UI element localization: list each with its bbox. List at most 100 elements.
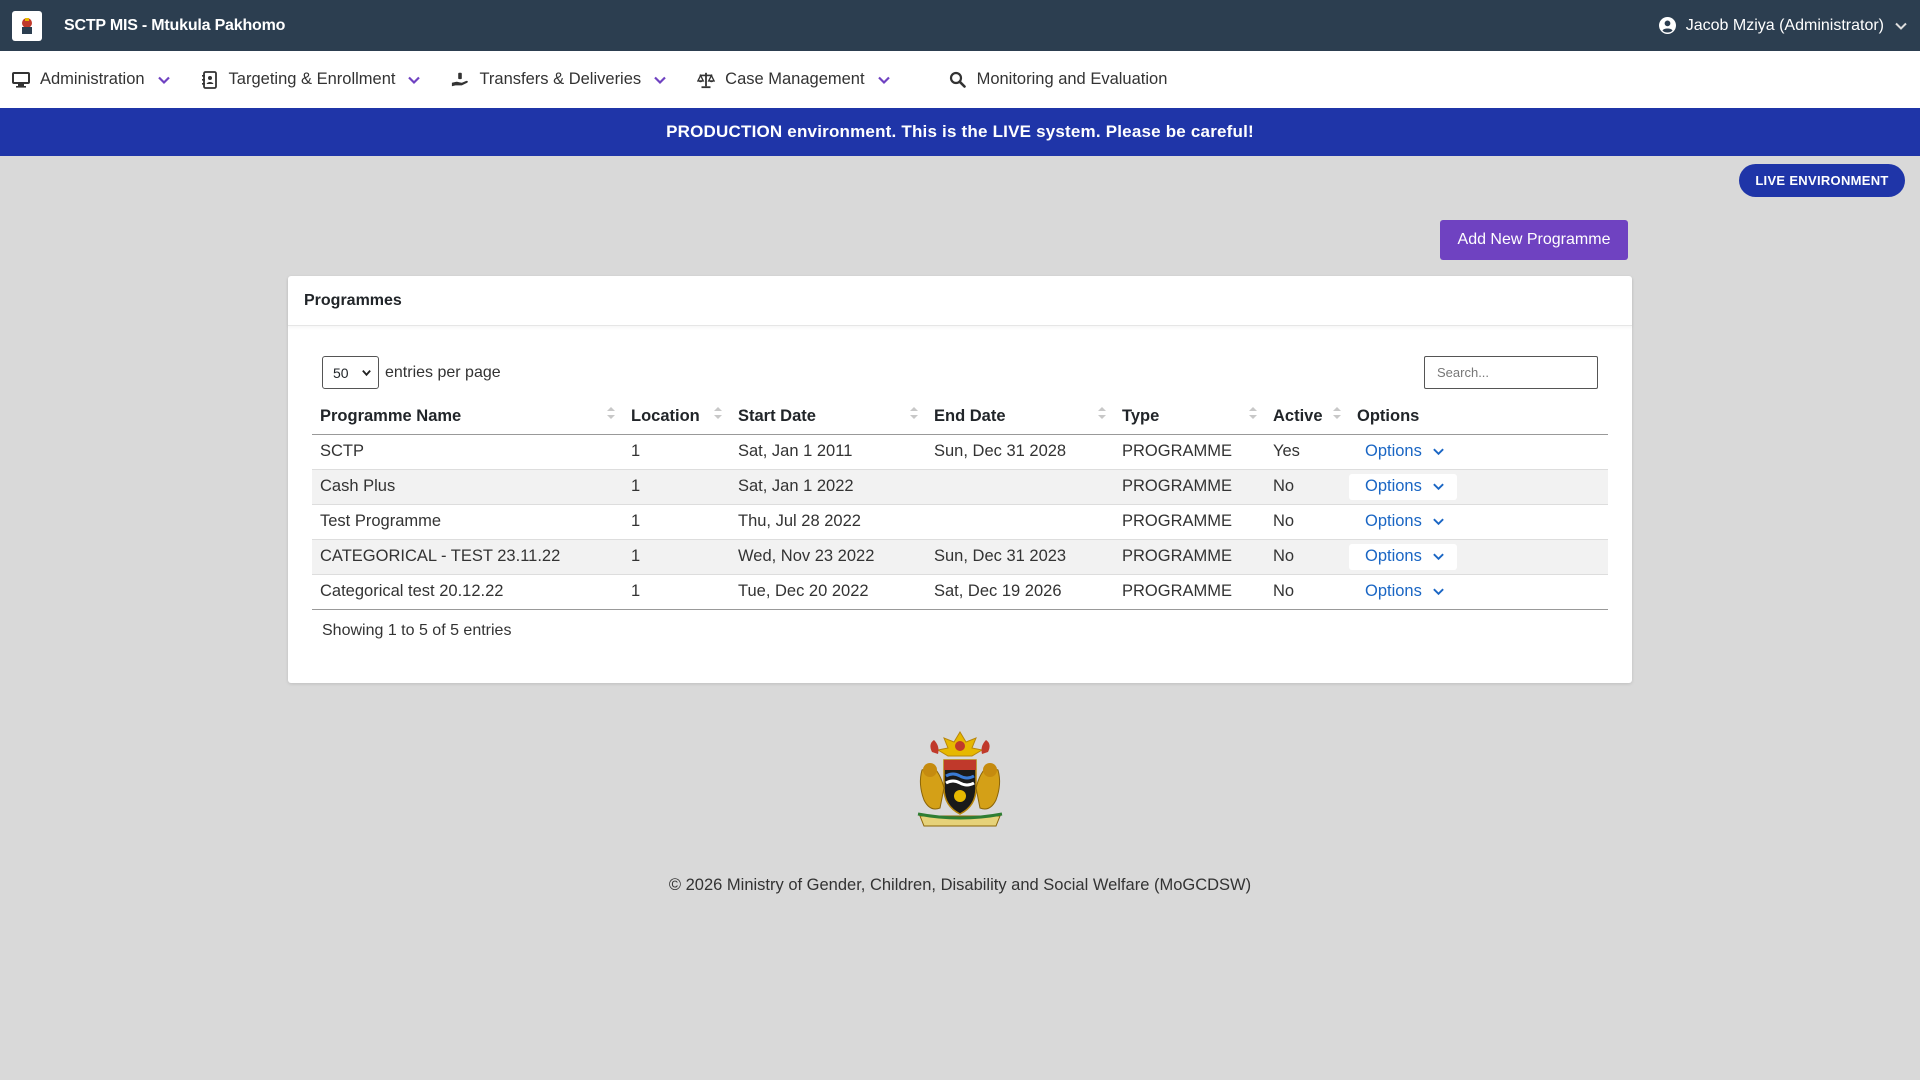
- cell-end-date: Sun, Dec 31 2023: [926, 539, 1114, 575]
- column-header-options: Options: [1349, 400, 1608, 435]
- table-row: SCTP 1 Sat, Jan 1 2011 Sun, Dec 31 2028 …: [312, 434, 1608, 470]
- user-menu[interactable]: Jacob Mziya (Administrator): [1658, 16, 1908, 35]
- cell-type: PROGRAMME: [1114, 574, 1265, 610]
- cell-active: Yes: [1265, 434, 1349, 470]
- cell-location: 1: [623, 574, 730, 610]
- cell-options: Options: [1349, 469, 1608, 505]
- nav-targeting-enrollment[interactable]: Targeting & Enrollment: [201, 70, 422, 89]
- main-nav: Administration Targeting & Enrollment Tr…: [0, 51, 1920, 108]
- sort-icon: [910, 407, 918, 419]
- nav-targeting-label: Targeting & Enrollment: [228, 70, 396, 88]
- nav-transfers-label: Transfers & Deliveries: [479, 70, 642, 88]
- page-size-value: 50: [333, 364, 349, 381]
- table-controls: 50 entries per page: [322, 356, 1598, 389]
- cell-programme-name: Test Programme: [312, 504, 623, 540]
- options-dropdown[interactable]: Options: [1349, 473, 1457, 500]
- nav-monitoring-evaluation[interactable]: Monitoring and Evaluation: [949, 70, 1168, 89]
- cell-options: Options: [1349, 434, 1608, 470]
- options-dropdown[interactable]: Options: [1349, 508, 1457, 535]
- balance-scale-icon: [697, 71, 716, 89]
- cell-location: 1: [623, 504, 730, 540]
- sort-icon: [714, 407, 722, 419]
- cell-end-date: [926, 469, 1114, 505]
- cell-active: No: [1265, 574, 1349, 610]
- top-bar: SCTP MIS - Mtukula Pakhomo Jacob Mziya (…: [0, 0, 1920, 51]
- app-title[interactable]: SCTP MIS - Mtukula Pakhomo: [64, 17, 285, 35]
- chevron-down-icon: [408, 76, 421, 84]
- nav-case-management[interactable]: Case Management: [697, 70, 890, 89]
- chevron-down-icon: [1433, 518, 1444, 526]
- table-row: Cash Plus 1 Sat, Jan 1 2022 PROGRAMME No…: [312, 469, 1608, 505]
- programmes-table: Programme Name Location Start Date End D…: [312, 400, 1608, 610]
- options-dropdown[interactable]: Options: [1349, 438, 1457, 465]
- options-dropdown[interactable]: Options: [1349, 543, 1457, 570]
- cell-end-date: [926, 504, 1114, 540]
- cell-start-date: Wed, Nov 23 2022: [730, 539, 926, 575]
- search-input[interactable]: [1424, 356, 1598, 389]
- sort-icon: [1249, 407, 1257, 419]
- cell-active: No: [1265, 469, 1349, 505]
- cell-programme-name: CATEGORICAL - TEST 23.11.22: [312, 539, 623, 575]
- chevron-down-icon: [157, 76, 170, 84]
- table-row: CATEGORICAL - TEST 23.11.22 1 Wed, Nov 2…: [312, 539, 1608, 575]
- nav-administration[interactable]: Administration: [12, 70, 171, 89]
- options-dropdown[interactable]: Options: [1349, 578, 1457, 605]
- chevron-down-icon: [1433, 483, 1444, 491]
- cell-start-date: Tue, Dec 20 2022: [730, 574, 926, 610]
- programmes-card: Programmes 50 entries per page Programme…: [288, 276, 1632, 683]
- table-row: Categorical test 20.12.22 1 Tue, Dec 20 …: [312, 574, 1608, 610]
- address-book-icon: [201, 70, 219, 89]
- chevron-down-icon: [362, 370, 371, 377]
- column-header-location[interactable]: Location: [623, 400, 730, 435]
- footer-copyright: © 2026 Ministry of Gender, Children, Dis…: [668, 876, 1252, 894]
- showing-entries-info: Showing 1 to 5 of 5 entries: [322, 622, 512, 639]
- cell-type: PROGRAMME: [1114, 434, 1265, 470]
- column-header-start-date[interactable]: Start Date: [730, 400, 926, 435]
- chevron-down-icon: [1433, 448, 1444, 456]
- table-header-row: Programme Name Location Start Date End D…: [312, 400, 1608, 435]
- cell-start-date: Sat, Jan 1 2022: [730, 469, 926, 505]
- cell-location: 1: [623, 539, 730, 575]
- hand-holding-icon: [451, 71, 469, 89]
- sort-icon: [607, 407, 615, 419]
- coat-of-arms-icon: [917, 731, 1003, 827]
- chevron-down-icon: [1433, 553, 1444, 561]
- add-new-programme-button[interactable]: Add New Programme: [1440, 220, 1628, 260]
- entries-per-page-label: entries per page: [385, 363, 501, 381]
- nav-case-management-label: Case Management: [725, 70, 865, 88]
- card-title: Programmes: [288, 276, 1632, 326]
- column-header-end-date[interactable]: End Date: [926, 400, 1114, 435]
- cell-programme-name: Categorical test 20.12.22: [312, 574, 623, 610]
- live-environment-badge: LIVE ENVIRONMENT: [1739, 164, 1905, 197]
- cell-options: Options: [1349, 539, 1608, 575]
- table-row: Test Programme 1 Thu, Jul 28 2022 PROGRA…: [312, 504, 1608, 540]
- cell-start-date: Sat, Jan 1 2011: [730, 434, 926, 470]
- environment-banner-text: PRODUCTION environment. This is the LIVE…: [666, 122, 1254, 141]
- nav-transfers-deliveries[interactable]: Transfers & Deliveries: [451, 70, 667, 89]
- user-name: Jacob Mziya (Administrator): [1685, 16, 1884, 34]
- cell-type: PROGRAMME: [1114, 504, 1265, 540]
- chevron-down-icon: [877, 76, 890, 84]
- cell-location: 1: [623, 469, 730, 505]
- chevron-down-icon: [654, 76, 666, 84]
- user-circle-icon: [1658, 17, 1676, 34]
- cell-end-date: Sun, Dec 31 2028: [926, 434, 1114, 470]
- cell-active: No: [1265, 504, 1349, 540]
- sort-icon: [1098, 407, 1106, 419]
- cell-end-date: Sat, Dec 19 2026: [926, 574, 1114, 610]
- search-icon: [949, 71, 967, 89]
- cell-start-date: Thu, Jul 28 2022: [730, 504, 926, 540]
- column-header-programme-name[interactable]: Programme Name: [312, 400, 623, 435]
- cell-type: PROGRAMME: [1114, 539, 1265, 575]
- cell-active: No: [1265, 539, 1349, 575]
- nav-monitoring-label: Monitoring and Evaluation: [976, 70, 1168, 88]
- chevron-down-icon: [1895, 22, 1907, 30]
- cell-options: Options: [1349, 504, 1608, 540]
- sort-icon: [1333, 407, 1341, 419]
- column-header-type[interactable]: Type: [1114, 400, 1265, 435]
- app-logo[interactable]: [12, 10, 42, 41]
- column-header-active[interactable]: Active: [1265, 400, 1349, 435]
- page-size-select[interactable]: 50: [322, 356, 379, 389]
- cell-programme-name: Cash Plus: [312, 469, 623, 505]
- cell-location: 1: [623, 434, 730, 470]
